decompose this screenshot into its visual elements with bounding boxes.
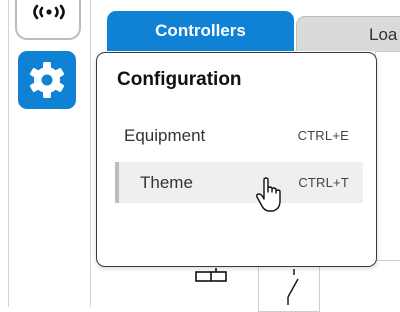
background-panel-edge: [375, 51, 400, 261]
tab-controllers[interactable]: Controllers: [107, 11, 294, 51]
signal-broadcast-icon: [33, 4, 65, 20]
menu-title: Configuration: [117, 69, 242, 90]
configuration-menu: Configuration Equipment CTRL+E Theme CTR…: [96, 52, 377, 267]
device-icon: [195, 268, 227, 282]
switch-icon: [287, 269, 299, 305]
settings-button[interactable]: [18, 51, 76, 109]
rail-divider-right: [90, 0, 91, 307]
menu-item-label: Theme: [140, 172, 193, 192]
menu-item-equipment[interactable]: Equipment CTRL+E: [115, 115, 363, 156]
menu-item-theme[interactable]: Theme CTRL+T: [115, 162, 363, 203]
tab-loads[interactable]: Loa: [296, 16, 400, 51]
menu-item-shortcut: CTRL+T: [298, 175, 349, 190]
gear-icon: [29, 62, 65, 98]
menu-item-shortcut: CTRL+E: [297, 128, 349, 143]
rail-divider-left: [8, 0, 9, 307]
signal-button[interactable]: [15, 0, 81, 40]
menu-item-label: Equipment: [124, 125, 206, 145]
hand-pointer-icon: [256, 177, 281, 212]
